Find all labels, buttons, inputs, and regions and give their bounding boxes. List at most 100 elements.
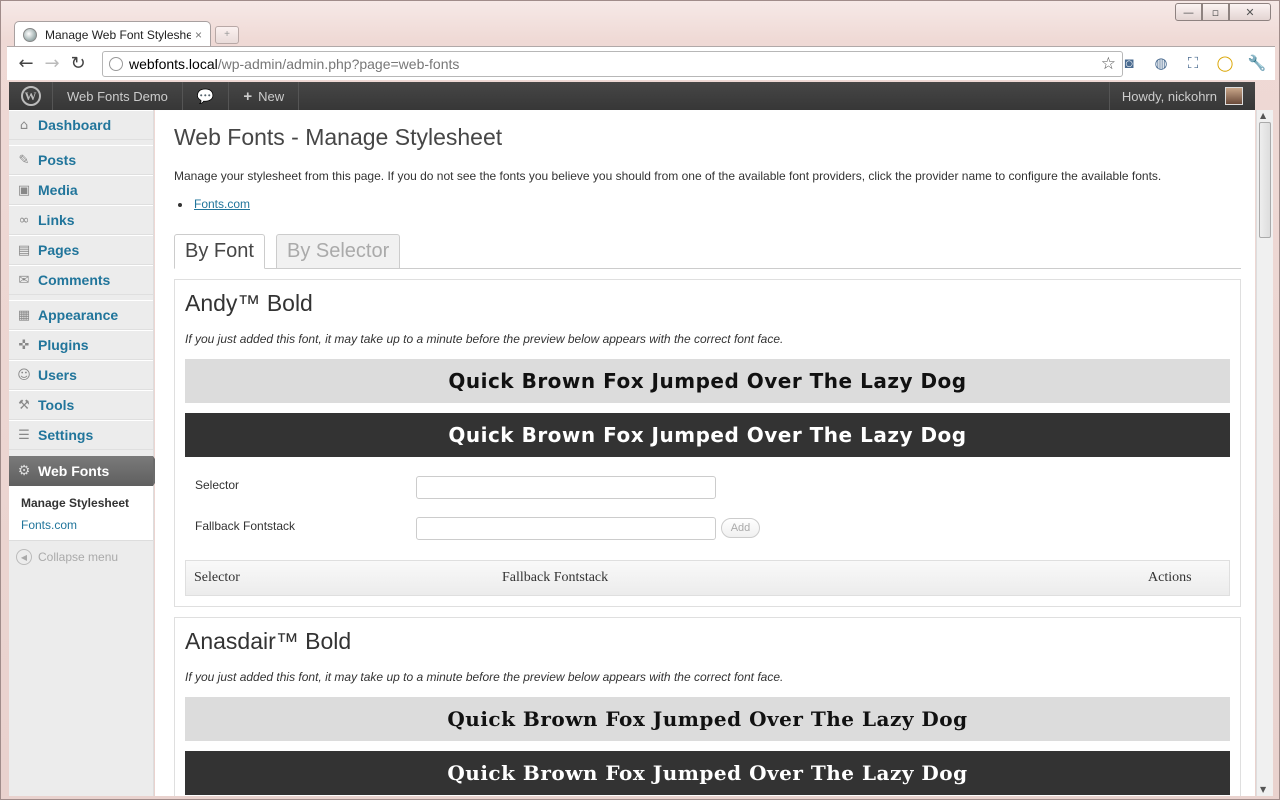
admin-sidebar: ⌂ Dashboard ✎ Posts ▣ Media ∞ Links ▤ Pages ✉… bbox=[9, 110, 163, 796]
howdy-text: Howdy, nickohrn bbox=[1121, 88, 1217, 104]
browser-tab[interactable]: Manage Web Font Stylesheet × bbox=[14, 21, 211, 47]
bookmark-star-icon[interactable]: ☆ bbox=[1101, 54, 1116, 74]
appearance-icon: ▦ bbox=[17, 307, 31, 323]
collapse-arrow-icon: ◀ bbox=[16, 549, 32, 565]
font-note: If you just added this font, it may take… bbox=[185, 670, 784, 684]
sidebar-item-label: Media bbox=[38, 182, 78, 198]
ring-icon[interactable]: ◯ bbox=[1215, 53, 1235, 73]
collapse-menu-button[interactable]: ◀ Collapse menu bbox=[9, 540, 153, 573]
comments-icon: ✉ bbox=[18, 272, 30, 288]
col-fallback: Fallback Fontstack bbox=[502, 570, 609, 585]
posts-icon: ✎ bbox=[18, 152, 30, 168]
camera-icon[interactable]: ◙ bbox=[1119, 53, 1139, 73]
submenu-fonts-com[interactable]: Fonts.com bbox=[21, 514, 153, 536]
plus-icon: + bbox=[243, 87, 253, 105]
selector-input[interactable] bbox=[416, 476, 716, 499]
provider-link-fonts-com[interactable]: Fonts.com bbox=[194, 197, 250, 211]
wrench-icon[interactable]: 🔧 bbox=[1247, 53, 1267, 73]
fallback-input[interactable] bbox=[416, 517, 716, 540]
window-controls: — ▫ ✕ bbox=[1175, 3, 1271, 21]
sidebar-item-media[interactable]: ▣ Media bbox=[9, 175, 153, 205]
wordpress-logo-icon[interactable]: W bbox=[9, 82, 53, 110]
sidebar-item-appearance[interactable]: ▦ Appearance bbox=[9, 300, 153, 330]
view-tabs: By Font By Selector bbox=[174, 234, 1241, 269]
provider-list: Fonts.com bbox=[178, 197, 250, 211]
sidebar-item-label: Dashboard bbox=[38, 117, 112, 133]
fallback-label: Fallback Fontstack bbox=[195, 519, 296, 533]
sidebar-item-posts[interactable]: ✎ Posts bbox=[9, 145, 153, 175]
account-menu[interactable]: Howdy, nickohrn bbox=[1108, 82, 1255, 110]
submenu-manage-stylesheet[interactable]: Manage Stylesheet bbox=[21, 492, 153, 514]
extension-icons: ◙ ◍ ⛶ ◯ 🔧 bbox=[1119, 53, 1267, 73]
sidebar-item-pages[interactable]: ▤ Pages bbox=[9, 235, 153, 265]
collapse-label: Collapse menu bbox=[38, 550, 119, 564]
vertical-scrollbar[interactable]: ▲ ▼ bbox=[1256, 110, 1273, 796]
new-label: New bbox=[258, 88, 285, 104]
settings-icon: ☰ bbox=[18, 427, 30, 443]
url-path: /wp-admin/admin.php?page=web-fonts bbox=[217, 56, 460, 72]
scroll-down-icon[interactable]: ▼ bbox=[1260, 785, 1266, 794]
pages-icon: ▤ bbox=[17, 242, 31, 258]
new-content-link[interactable]: + New bbox=[229, 82, 300, 110]
fullscreen-icon[interactable]: ⛶ bbox=[1183, 53, 1203, 73]
scroll-up-icon[interactable]: ▲ bbox=[1260, 111, 1266, 120]
links-icon: ∞ bbox=[18, 212, 30, 228]
tab-title: Manage Web Font Stylesheet bbox=[45, 27, 191, 42]
sidebar-item-tools[interactable]: ⚒ Tools bbox=[9, 390, 153, 420]
tab-by-selector[interactable]: By Selector bbox=[276, 234, 401, 269]
new-tab-button[interactable]: + bbox=[215, 26, 239, 44]
address-bar[interactable]: webfonts.local /wp-admin/admin.php?page=… bbox=[102, 51, 1123, 77]
col-actions: Actions bbox=[1148, 570, 1192, 585]
tab-close-icon[interactable]: × bbox=[195, 28, 202, 42]
minimize-button[interactable]: — bbox=[1175, 3, 1202, 21]
bullet-icon bbox=[178, 202, 182, 207]
sidebar-item-dashboard[interactable]: ⌂ Dashboard bbox=[9, 110, 153, 140]
maximize-button[interactable]: ▫ bbox=[1202, 3, 1229, 21]
web-fonts-submenu: Manage Stylesheet Fonts.com bbox=[9, 486, 153, 540]
sidebar-item-label: Posts bbox=[38, 152, 77, 168]
page-title: Web Fonts - Manage Stylesheet bbox=[174, 124, 503, 150]
media-icon: ▣ bbox=[17, 182, 31, 198]
font-name: Anasdair™ Bold bbox=[185, 628, 352, 654]
sidebar-item-label: Settings bbox=[38, 427, 94, 443]
sidebar-item-settings[interactable]: ☰ Settings bbox=[9, 420, 153, 450]
tab-by-font[interactable]: By Font bbox=[174, 234, 265, 269]
browser-toolbar: ← → ↻ webfonts.local /wp-admin/admin.php… bbox=[7, 46, 1275, 80]
wp-admin-bar: W Web Fonts Demo 💬 + New Howdy, nickohrn bbox=[9, 82, 1255, 110]
users-icon: ☺ bbox=[17, 367, 31, 383]
close-window-button[interactable]: ✕ bbox=[1229, 3, 1271, 21]
sidebar-item-plugins[interactable]: ✜ Plugins bbox=[9, 330, 153, 360]
sidebar-item-label: Links bbox=[38, 212, 75, 228]
sidebar-item-label: Web Fonts bbox=[38, 463, 110, 479]
add-button[interactable]: Add bbox=[721, 518, 760, 538]
page-description: Manage your stylesheet from this page. I… bbox=[174, 169, 1162, 183]
sidebar-item-label: Pages bbox=[38, 242, 80, 258]
favicon-icon bbox=[23, 27, 37, 42]
sidebar-item-web-fonts[interactable]: ⚙ Web Fonts bbox=[9, 456, 163, 486]
back-icon[interactable]: ← bbox=[13, 53, 39, 74]
scrollbar-thumb[interactable] bbox=[1259, 122, 1271, 238]
sidebar-item-label: Users bbox=[38, 367, 77, 383]
preview-dark: Quick Brown Fox Jumped Over The Lazy Dog bbox=[185, 413, 1230, 457]
main-content: Web Fonts - Manage Stylesheet Manage you… bbox=[155, 110, 1255, 796]
forward-icon[interactable]: → bbox=[39, 53, 65, 74]
sidebar-item-users[interactable]: ☺ Users bbox=[9, 360, 153, 390]
site-name-link[interactable]: Web Fonts Demo bbox=[53, 82, 183, 110]
globe-icon[interactable]: ◍ bbox=[1151, 53, 1171, 73]
font-panel: Andy™ Bold If you just added this font, … bbox=[174, 279, 1241, 607]
reload-icon[interactable]: ↻ bbox=[65, 53, 91, 74]
sidebar-item-comments[interactable]: ✉ Comments bbox=[9, 265, 153, 295]
selectors-table-header: Selector Fallback Fontstack Actions bbox=[185, 560, 1230, 596]
page-icon bbox=[109, 57, 123, 71]
preview-dark: Quick Brown Fox Jumped Over The Lazy Dog bbox=[185, 751, 1230, 795]
gear-icon: ⚙ bbox=[17, 463, 31, 479]
font-panel: Anasdair™ Bold If you just added this fo… bbox=[174, 617, 1241, 796]
sidebar-item-label: Comments bbox=[38, 272, 111, 288]
sidebar-item-links[interactable]: ∞ Links bbox=[9, 205, 153, 235]
url-domain: webfonts.local bbox=[129, 56, 218, 72]
sidebar-item-label: Tools bbox=[38, 397, 75, 413]
preview-light: Quick Brown Fox Jumped Over The Lazy Dog bbox=[185, 359, 1230, 403]
font-name: Andy™ Bold bbox=[185, 290, 313, 316]
tools-icon: ⚒ bbox=[18, 397, 30, 413]
comments-icon[interactable]: 💬 bbox=[183, 82, 230, 110]
